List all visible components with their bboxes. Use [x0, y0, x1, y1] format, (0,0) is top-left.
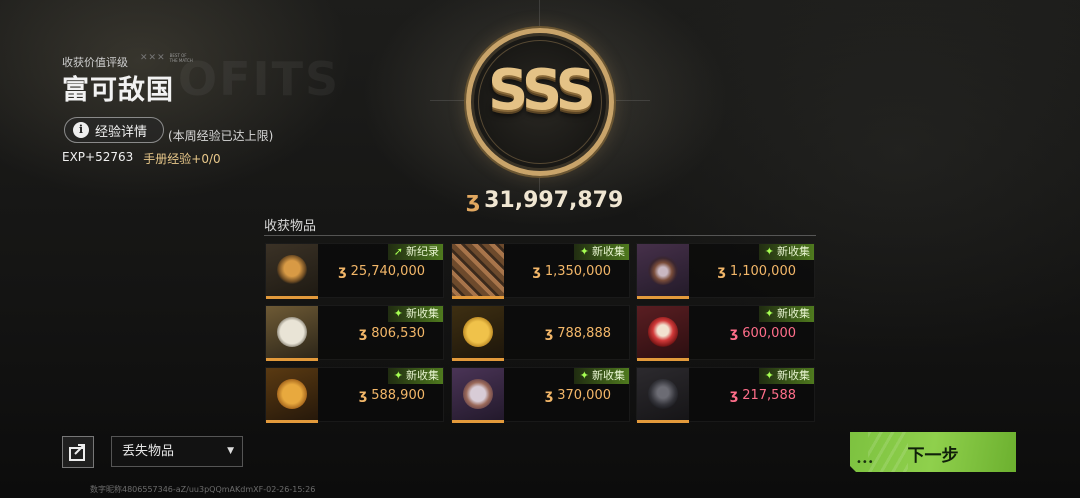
item-value-amount: 788,888	[557, 326, 611, 341]
handbook-exp: 手册经验+0/0	[143, 152, 221, 166]
total-value-amount: 31,997,879	[484, 188, 624, 213]
currency-icon: ʒ	[338, 264, 347, 279]
tag-label: 新收集	[406, 369, 439, 382]
tag-label: 新收集	[592, 245, 625, 258]
rating-title: 富可敌国	[62, 75, 174, 106]
exp-limit-note: (本周经验已达上限)	[168, 129, 274, 143]
item-card[interactable]: ʒ 788,888	[451, 305, 630, 361]
item-value: ʒ 217,588	[730, 388, 796, 403]
item-value: ʒ 600,000	[730, 326, 796, 341]
sparkle-icon: ✦	[764, 245, 774, 258]
vase-icon	[637, 244, 689, 299]
currency-icon: ʒ	[544, 388, 554, 403]
new-tag: ✦ 新收集	[387, 306, 443, 322]
dropdown-value: 丢失物品	[122, 444, 175, 459]
item-value-amount: 806,530	[371, 326, 425, 341]
user-watermark: 数字昵称4806557346-aZ/uu3pQQmAKdmXF-02-26-15…	[90, 485, 316, 494]
silver-medal-icon	[266, 306, 318, 361]
exp-details-label: 经验详情	[95, 124, 148, 140]
item-card[interactable]: ✦ 新收集 ʒ 806,530	[265, 305, 444, 361]
best-of-match-note: BEST OF THE MATCH	[169, 53, 193, 63]
currency-icon: ʒ	[729, 388, 739, 403]
item-value-amount: 1,100,000	[729, 264, 796, 279]
sparkle-icon: ✦	[764, 307, 774, 320]
currency-icon: ʒ	[532, 264, 541, 279]
sparkle-icon: ✦	[764, 369, 774, 382]
next-step-button[interactable]: ••• 下一步	[850, 432, 1016, 472]
lost-items-dropdown[interactable]: 丢失物品 ▼	[111, 436, 243, 467]
currency-icon: ʒ	[729, 326, 739, 341]
share-icon	[69, 444, 85, 461]
new-tag: ✦ 新收集	[758, 368, 814, 384]
new-tag: ➚ 新纪录	[387, 244, 443, 260]
item-value: ʒ 25,740,000	[338, 264, 425, 279]
item-card[interactable]: ✦ 新收集 ʒ 588,900	[265, 367, 444, 423]
new-tag: ✦ 新收集	[387, 368, 443, 384]
helmet-icon	[637, 368, 689, 423]
item-value-amount: 588,900	[371, 388, 425, 403]
tag-label: 新收集	[777, 307, 810, 320]
item-value-amount: 217,588	[742, 388, 796, 403]
currency-icon: ʒ	[358, 326, 368, 341]
item-card[interactable]: ➚ 新纪录 ʒ 25,740,000	[265, 243, 444, 299]
sparkle-icon: ✦	[393, 307, 403, 320]
dragon-coin-icon	[266, 368, 318, 423]
info-icon: i	[73, 122, 89, 138]
share-button[interactable]	[62, 436, 94, 468]
grade-text: SSS	[488, 58, 596, 123]
exp-gain: EXP+52763	[62, 150, 134, 164]
total-value: ʒ 31,997,879	[466, 188, 623, 213]
new-tag: ✦ 新收集	[758, 306, 814, 322]
item-value: ʒ 1,100,000	[718, 264, 797, 279]
cross-marks-icon: ✕✕✕	[140, 53, 166, 63]
background-decoration: OFITS	[178, 52, 341, 106]
tag-label: 新纪录	[406, 245, 439, 258]
tag-label: 新收集	[592, 369, 625, 382]
item-value: ʒ 1,350,000	[533, 264, 612, 279]
currency-icon: ʒ	[544, 326, 554, 341]
item-card[interactable]: ✦ 新收集 ʒ 370,000	[451, 367, 630, 423]
item-card[interactable]: ✦ 新收集 ʒ 600,000	[636, 305, 815, 361]
item-value: ʒ 370,000	[545, 388, 611, 403]
items-grid: ➚ 新纪录 ʒ 25,740,000 ✦ 新收集 ʒ 1,350,000 ✦ 新收集 ʒ 1,100,…	[265, 243, 817, 423]
tag-label: 新收集	[777, 369, 810, 382]
currency-icon: ʒ	[358, 388, 368, 403]
new-tag: ✦ 新收集	[573, 368, 629, 384]
gold-coin-icon	[452, 306, 504, 361]
item-value-amount: 370,000	[557, 388, 611, 403]
item-value-amount: 600,000	[742, 326, 796, 341]
item-value-amount: 25,740,000	[350, 264, 425, 279]
item-value: ʒ 788,888	[545, 326, 611, 341]
opera-mask-icon	[637, 306, 689, 361]
new-tag: ✦ 新收集	[573, 244, 629, 260]
items-divider	[264, 235, 816, 236]
item-value-amount: 1,350,000	[544, 264, 611, 279]
currency-icon: ʒ	[717, 264, 726, 279]
items-section-title: 收获物品	[264, 219, 317, 234]
tag-label: 新收集	[406, 307, 439, 320]
arrow-up-right-icon: ➚	[393, 245, 403, 258]
ornate-box-icon	[452, 244, 504, 299]
best-of-match-mark: ✕✕✕ BEST OF THE MATCH	[140, 53, 193, 63]
item-card[interactable]: ✦ 新收集 ʒ 1,350,000	[451, 243, 630, 299]
item-card[interactable]: ✦ 新收集 ʒ 1,100,000	[636, 243, 815, 299]
exp-summary: EXP+52763 手册经验+0/0	[62, 150, 221, 167]
item-card[interactable]: ✦ 新收集 ʒ 217,588	[636, 367, 815, 423]
sparkle-icon: ✦	[579, 245, 589, 258]
horse-statue-icon	[266, 244, 318, 299]
tag-label: 新收集	[777, 245, 810, 258]
dropdown-arrow-icon: ▼	[227, 446, 234, 456]
sparkle-icon: ✦	[393, 369, 403, 382]
currency-icon: ʒ	[466, 188, 481, 213]
pocket-watch-icon	[452, 368, 504, 423]
next-step-label: 下一步	[907, 446, 959, 466]
exp-details-button[interactable]: i 经验详情	[64, 117, 164, 143]
item-value: ʒ 806,530	[359, 326, 425, 341]
item-value: ʒ 588,900	[359, 388, 425, 403]
sparkle-icon: ✦	[579, 369, 589, 382]
new-tag: ✦ 新收集	[758, 244, 814, 260]
